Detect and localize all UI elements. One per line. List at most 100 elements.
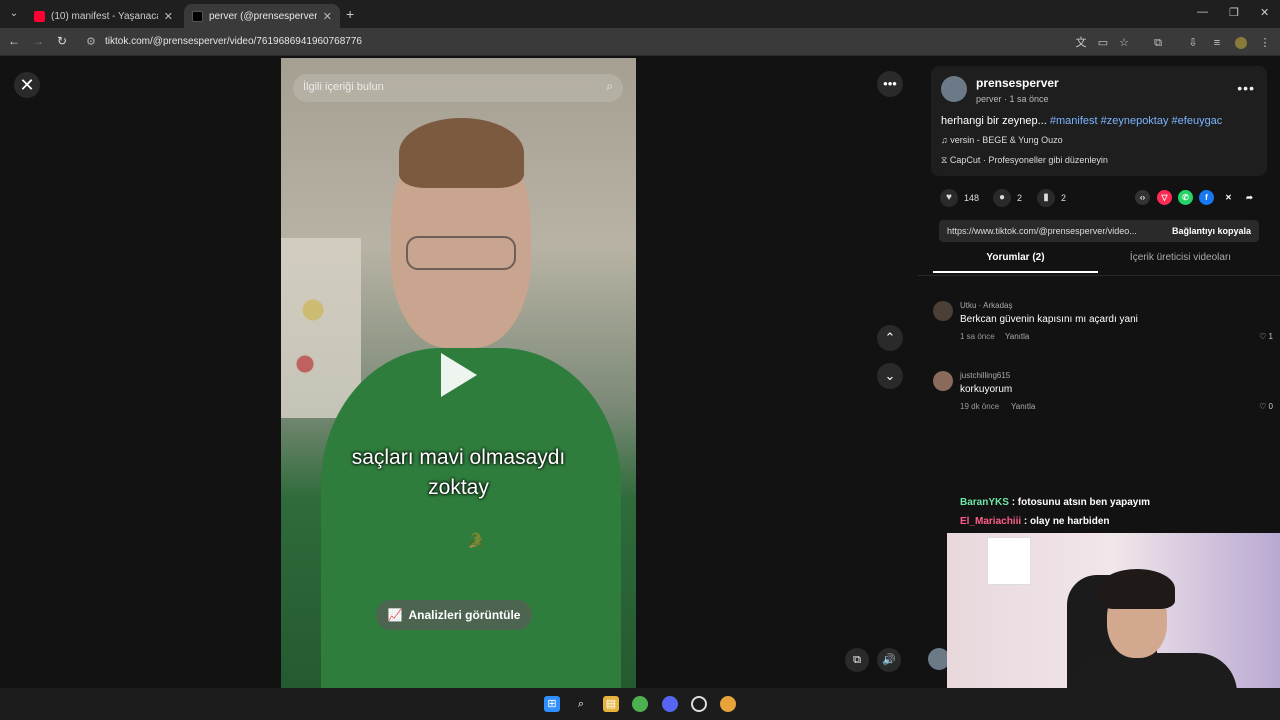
site-info-icon[interactable]: ⚙ (86, 35, 96, 48)
comment-like-button[interactable]: ♡ 0 (1259, 402, 1273, 411)
previous-video-icon[interactable]: ⌃ (877, 325, 903, 351)
reading-list-icon[interactable]: ≡ (1211, 37, 1223, 49)
tab-close-icon[interactable]: ✕ (164, 10, 173, 23)
tab-close-icon[interactable]: ✕ (323, 10, 332, 23)
commenter-name[interactable]: Utku · Arkadaş (960, 301, 1012, 310)
music-title[interactable]: versin - BEGE & Yung Ouzo (950, 135, 1062, 145)
share-link-text[interactable]: https://www.tiktok.com/@prensesperver/vi… (947, 226, 1152, 236)
like-button[interactable]: ♥ 148 (940, 189, 979, 207)
obs-icon[interactable] (691, 696, 707, 712)
heart-outline-icon: ♡ (1259, 402, 1267, 411)
profile-avatar[interactable] (1235, 37, 1247, 49)
browser-tab-tiktok[interactable]: perver (@prensesperver) | TikTo ✕ (184, 4, 340, 28)
creator-avatar[interactable] (941, 76, 967, 102)
streamer-hair (1099, 569, 1175, 609)
close-video-button[interactable]: ✕ (14, 72, 40, 98)
chat-message: El_Mariachiii : olay ne harbiden (960, 516, 1110, 527)
shirt-logo-icon: 🐊 (467, 532, 485, 548)
like-count: 148 (964, 193, 980, 203)
minimize-icon[interactable]: — (1197, 6, 1208, 18)
embed-icon[interactable]: ‹› (1135, 190, 1150, 205)
tab-title: (10) manifest - Yaşanacaksa | O (51, 10, 158, 22)
back-icon[interactable]: ← (6, 34, 22, 48)
reload-icon[interactable]: ↻ (54, 34, 70, 48)
volume-icon[interactable]: 🔊 (877, 648, 901, 672)
tab-creator-videos[interactable]: İçerik üreticisi videoları (1098, 252, 1263, 271)
next-video-icon[interactable]: ⌄ (877, 363, 903, 389)
chrome-icon[interactable] (632, 696, 648, 712)
music-row[interactable]: ♫ versin - BEGE & Yung Ouzo (941, 135, 1063, 145)
bookmark-icon: ▮ (1037, 189, 1055, 207)
chrome-active-icon[interactable] (720, 696, 736, 712)
comment-like-count: 0 (1268, 402, 1273, 411)
comment-count: 2 (1017, 193, 1023, 203)
video-player[interactable]: İlgili içeriği bulun ⌕ saçları mavi olma… (281, 58, 636, 688)
tabs-divider (918, 275, 1280, 276)
chat-message: BaranYKS : fotosunu atsın ben yapayım (960, 497, 1150, 508)
play-icon[interactable] (441, 353, 477, 397)
chat-username: BaranYKS (960, 497, 1009, 508)
related-content-search[interactable]: İlgili içeriği bulun ⌕ (293, 74, 623, 102)
youtube-icon (34, 10, 45, 22)
post-more-icon[interactable]: ••• (1237, 80, 1255, 96)
address-bar-row: ← → ↻ ⚙ tiktok.com/@prensesperver/video/… (0, 28, 1280, 56)
commenter-name[interactable]: justchilling615 (960, 371, 1010, 380)
creator-username[interactable]: prensesperver (976, 76, 1059, 90)
search-icon[interactable]: ⌕ (606, 79, 613, 94)
forward-icon[interactable]: → (30, 34, 46, 48)
caption-line-1: saçları mavi olmasaydı (351, 446, 566, 469)
facebook-icon[interactable]: f (1199, 190, 1214, 205)
reply-button[interactable]: Yanıtla (1011, 402, 1035, 411)
downloads-icon[interactable]: ⇩ (1187, 37, 1199, 49)
url-text[interactable]: tiktok.com/@prensesperver/video/76196869… (105, 36, 362, 47)
browser-tab-youtube[interactable]: (10) manifest - Yaşanacaksa | O ✕ (26, 4, 181, 28)
creator-meta: perver · 1 sa önce (976, 94, 1049, 104)
post-info-card: prensesperver perver · 1 sa önce ••• her… (931, 66, 1267, 176)
cat-poster (987, 537, 1031, 585)
windows-start-icon[interactable]: ⊞ (544, 696, 560, 712)
extensions-icon[interactable]: ⧉ (1152, 37, 1164, 49)
whatsapp-icon[interactable]: ✆ (1178, 190, 1193, 205)
commenter-avatar[interactable] (933, 301, 953, 321)
new-tab-button[interactable]: + (346, 6, 354, 22)
restore-icon[interactable]: ❐ (1229, 6, 1239, 19)
description-text: herhangi bir zeynep... (941, 115, 1047, 127)
window-close-icon[interactable]: ✕ (1260, 6, 1269, 19)
video-person-shirt (321, 348, 621, 688)
view-analytics-button[interactable]: 📈 Analizleri görüntüle (376, 600, 532, 630)
comment-icon: ● (993, 189, 1011, 207)
omnibox[interactable]: ⚙ tiktok.com/@prensesperver/video/761968… (78, 31, 1273, 53)
chrome-menu-icon[interactable]: ⋮ (1259, 37, 1271, 49)
video-background-wall (281, 238, 361, 418)
capcut-row[interactable]: ⧖ CapCut · Profesyoneller gibi düzenleyi… (941, 155, 1108, 166)
analytics-label: Analizleri görüntüle (408, 608, 521, 622)
tiktok-icon (192, 10, 203, 22)
x-icon[interactable]: ✕ (1221, 190, 1236, 205)
comment-text: korkuyorum (960, 384, 1013, 395)
install-app-icon[interactable]: ▭ (1097, 37, 1109, 49)
tab-search-chevron-icon[interactable]: ⌄ (6, 6, 22, 22)
discord-icon[interactable] (662, 696, 678, 712)
reply-button[interactable]: Yanıtla (1005, 332, 1029, 341)
save-button[interactable]: ▮ 2 (1037, 189, 1066, 207)
chat-username: El_Mariachiii (960, 516, 1022, 527)
video-person-hair (399, 118, 524, 188)
bookmark-star-icon[interactable]: ☆ (1118, 37, 1130, 49)
comment-like-button[interactable]: ♡ 1 (1259, 332, 1273, 341)
comment-button[interactable]: ● 2 (993, 189, 1022, 207)
translate-icon[interactable]: 文 (1075, 37, 1087, 49)
share-link-box: https://www.tiktok.com/@prensesperver/vi… (939, 220, 1259, 242)
share-arrow-icon[interactable]: ➦ (1242, 190, 1257, 205)
tab-comments[interactable]: Yorumlar (2) (933, 252, 1098, 273)
repost-icon[interactable]: ▽ (1157, 190, 1172, 205)
search-icon[interactable]: ⌕ (573, 696, 589, 712)
capcut-label[interactable]: CapCut · Profesyoneller gibi düzenleyin (950, 155, 1108, 165)
file-explorer-icon[interactable]: ▤ (603, 696, 619, 712)
hashtags[interactable]: #manifest #zeynepoktay #efeuygac (1050, 115, 1222, 127)
more-options-icon[interactable]: ••• (877, 71, 903, 97)
commenter-avatar[interactable] (933, 371, 953, 391)
browser-tab-bar: ⌄ (10) manifest - Yaşanacaksa | O ✕ perv… (0, 0, 1280, 28)
search-placeholder: İlgili içeriği bulun (303, 81, 384, 93)
copy-link-button[interactable]: Bağlantıyı kopyala (1172, 226, 1251, 236)
picture-in-picture-icon[interactable]: ⧉ (845, 648, 869, 672)
